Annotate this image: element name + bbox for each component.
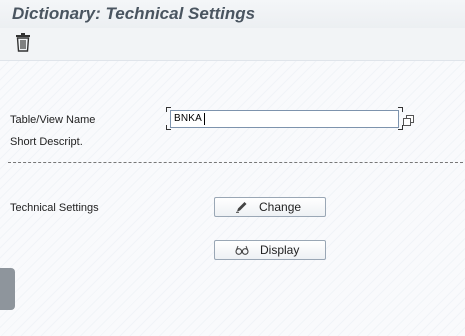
title-bar: Dictionary: Technical Settings bbox=[0, 0, 465, 28]
page-title: Dictionary: Technical Settings bbox=[12, 4, 256, 23]
pencil-icon bbox=[235, 201, 249, 213]
section-divider bbox=[8, 162, 463, 163]
toolbar bbox=[0, 28, 465, 61]
trash-icon[interactable] bbox=[13, 32, 33, 54]
short-description-label: Short Descript. bbox=[10, 136, 83, 148]
display-button-label: Display bbox=[260, 243, 300, 257]
focus-corner bbox=[166, 107, 171, 112]
focus-corner bbox=[166, 125, 171, 130]
side-panel-handle[interactable] bbox=[0, 268, 15, 310]
table-view-name-input[interactable]: BNKA bbox=[170, 110, 399, 128]
display-button[interactable]: Display bbox=[214, 240, 326, 260]
glasses-icon bbox=[235, 244, 249, 256]
change-button-label: Change bbox=[259, 200, 302, 214]
change-button[interactable]: Change bbox=[214, 197, 326, 217]
technical-settings-label: Technical Settings bbox=[10, 202, 99, 214]
focus-corner bbox=[398, 107, 403, 112]
table-view-name-label: Table/View Name bbox=[10, 114, 96, 126]
text-cursor bbox=[204, 113, 205, 125]
table-view-name-value: BNKA bbox=[174, 113, 203, 124]
value-help-icon[interactable] bbox=[403, 113, 414, 126]
